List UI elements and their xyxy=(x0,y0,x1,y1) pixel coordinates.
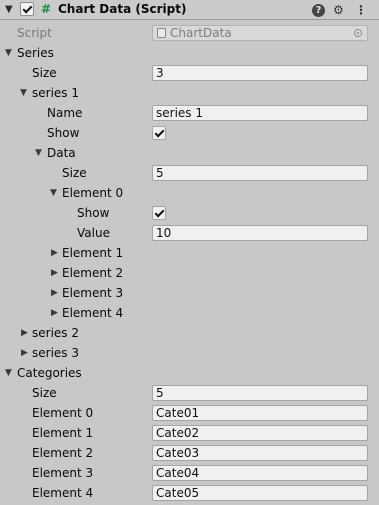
object-picker-icon[interactable] xyxy=(354,29,362,37)
element-0-show-row: Show xyxy=(0,203,379,223)
category-element-row: Element 2 Cate03 xyxy=(0,443,379,463)
category-element-row: Element 0 Cate01 xyxy=(0,403,379,423)
collapse-arrow-icon[interactable]: ▼ xyxy=(5,4,13,15)
value-label: Value xyxy=(77,226,110,240)
expand-arrow-icon[interactable]: ▶ xyxy=(21,348,28,358)
expand-arrow-icon[interactable]: ▼ xyxy=(5,368,12,378)
element-2-foldout[interactable]: ▶ Element 2 xyxy=(0,263,379,283)
data-size-row: Size 5 xyxy=(0,163,379,183)
category-element-label: Element 2 xyxy=(32,446,94,460)
series-1-show-checkbox[interactable] xyxy=(152,126,166,140)
expand-arrow-icon[interactable]: ▼ xyxy=(5,48,12,58)
series-1-name-row: Name series 1 xyxy=(0,103,379,123)
data-label: Data xyxy=(47,146,76,160)
element-0-show-checkbox[interactable] xyxy=(152,206,166,220)
preset-icon[interactable]: ⚙ xyxy=(333,2,344,18)
series-size-input[interactable]: 3 xyxy=(152,65,368,81)
series-2-label: series 2 xyxy=(32,326,79,340)
script-row: Script ChartData xyxy=(0,23,379,43)
series-1-label: series 1 xyxy=(32,86,79,100)
series-label: Series xyxy=(17,46,54,60)
context-menu-icon[interactable]: ⋮ xyxy=(355,2,367,18)
enabled-checkbox[interactable] xyxy=(20,2,34,16)
element-3-label: Element 3 xyxy=(62,286,124,300)
name-label: Name xyxy=(47,106,83,120)
category-element-label: Element 1 xyxy=(32,426,94,440)
series-3-foldout[interactable]: ▶ series 3 xyxy=(0,343,379,363)
element-4-label: Element 4 xyxy=(62,306,124,320)
expand-arrow-icon[interactable]: ▶ xyxy=(51,248,58,258)
expand-arrow-icon[interactable]: ▶ xyxy=(21,328,28,338)
category-element-label: Element 3 xyxy=(32,466,94,480)
expand-arrow-icon[interactable]: ▼ xyxy=(35,148,42,158)
element-0-value-input[interactable]: 10 xyxy=(152,225,368,241)
category-element-input[interactable]: Cate04 xyxy=(152,465,368,481)
categories-size-row: Size 5 xyxy=(0,383,379,403)
categories-size-label: Size xyxy=(32,386,57,400)
element-0-label: Element 0 xyxy=(62,186,124,200)
series-foldout[interactable]: ▼ Series xyxy=(0,43,379,63)
series-1-name-input[interactable]: series 1 xyxy=(152,105,368,121)
category-element-row: Element 3 Cate04 xyxy=(0,463,379,483)
data-size-input[interactable]: 5 xyxy=(152,165,368,181)
script-value: ChartData xyxy=(170,26,232,40)
element-4-foldout[interactable]: ▶ Element 4 xyxy=(0,303,379,323)
script-file-icon xyxy=(157,28,166,38)
element-2-label: Element 2 xyxy=(62,266,124,280)
element-1-foldout[interactable]: ▶ Element 1 xyxy=(0,243,379,263)
expand-arrow-icon[interactable]: ▶ xyxy=(51,308,58,318)
element-3-foldout[interactable]: ▶ Element 3 xyxy=(0,283,379,303)
category-element-label: Element 4 xyxy=(32,486,94,500)
series-1-show-row: Show xyxy=(0,123,379,143)
category-element-label: Element 0 xyxy=(32,406,94,420)
data-size-label: Size xyxy=(62,166,87,180)
element-1-label: Element 1 xyxy=(62,246,124,260)
expand-arrow-icon[interactable]: ▶ xyxy=(51,288,58,298)
category-element-input[interactable]: Cate05 xyxy=(152,485,368,501)
category-element-input[interactable]: Cate03 xyxy=(152,445,368,461)
categories-foldout[interactable]: ▼ Categories xyxy=(0,363,379,383)
series-2-foldout[interactable]: ▶ series 2 xyxy=(0,323,379,343)
show-label: Show xyxy=(77,206,110,220)
show-label: Show xyxy=(47,126,80,140)
series-size-label: Size xyxy=(32,66,57,80)
component-title: Chart Data (Script) xyxy=(58,2,187,16)
series-size-row: Size 3 xyxy=(0,63,379,83)
script-label: Script xyxy=(17,26,52,40)
series-1-foldout[interactable]: ▼ series 1 xyxy=(0,83,379,103)
categories-label: Categories xyxy=(17,366,82,380)
series-3-label: series 3 xyxy=(32,346,79,360)
data-foldout[interactable]: ▼ Data xyxy=(0,143,379,163)
category-element-input[interactable]: Cate01 xyxy=(152,405,368,421)
help-icon[interactable]: ? xyxy=(312,4,325,17)
script-object-field[interactable]: ChartData xyxy=(152,25,368,41)
expand-arrow-icon[interactable]: ▼ xyxy=(20,88,27,98)
category-element-row: Element 1 Cate02 xyxy=(0,423,379,443)
expand-arrow-icon[interactable]: ▼ xyxy=(50,188,57,198)
script-icon: # xyxy=(40,2,52,16)
category-element-row: Element 4 Cate05 xyxy=(0,483,379,503)
expand-arrow-icon[interactable]: ▶ xyxy=(51,268,58,278)
categories-size-input[interactable]: 5 xyxy=(152,385,368,401)
element-0-foldout[interactable]: ▼ Element 0 xyxy=(0,183,379,203)
category-element-input[interactable]: Cate02 xyxy=(152,425,368,441)
component-header[interactable]: ▼ # Chart Data (Script) ? ⚙ ⋮ xyxy=(0,0,379,20)
element-0-value-row: Value 10 xyxy=(0,223,379,243)
